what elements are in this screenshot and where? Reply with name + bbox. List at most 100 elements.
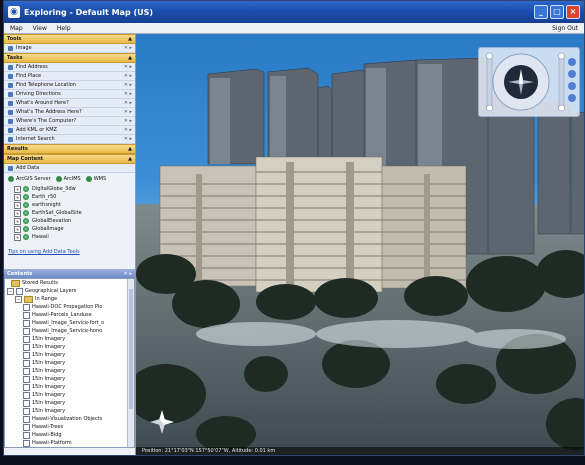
map-content-header[interactable]: Map Content ▲ [4,154,135,164]
stored-results-node[interactable]: Stored Results [5,279,134,287]
expand-icon[interactable]: + [14,217,21,225]
pin-icon[interactable]: ✕ ▸ [124,109,132,115]
close-button[interactable]: × [566,5,580,19]
layer-item[interactable]: + GlobalElevation [14,217,135,225]
contents-layer-item[interactable]: 15in Imagery [5,391,134,399]
collapse-icon[interactable]: ▲ [128,55,132,61]
contents-layer-item[interactable]: Hawaii-DOC Propagation Plo [5,303,134,311]
3d-map-view[interactable]: Position: 21°17'03"N 157°50'07"W, Altitu… [136,34,584,455]
expand-icon[interactable]: + [14,209,21,217]
pin-icon[interactable]: ✕ ▸ [124,82,132,88]
task-item[interactable]: Find Address ✕ ▸ [4,63,135,72]
checkbox[interactable] [23,399,30,407]
pin-icon[interactable]: ✕ ▸ [124,73,132,79]
layer-item[interactable]: + EarthSat_GlobalSite [14,209,135,217]
minimize-button[interactable]: _ [534,5,548,19]
task-item[interactable]: Find Telephone Location ✕ ▸ [4,81,135,90]
checkbox[interactable] [23,327,30,335]
expand-icon[interactable]: + [14,201,21,209]
menu-help[interactable]: Help [57,25,71,32]
maximize-button[interactable]: □ [550,5,564,19]
contents-layer-item[interactable]: Hawaii-Parcels_Landuse [5,311,134,319]
panel-controls-icon[interactable]: ✕ ▸ [124,271,132,277]
compass-ring[interactable] [492,53,550,111]
checkbox[interactable] [16,287,23,295]
contents-layer-item[interactable]: 15in Imagery [5,399,134,407]
pin-icon[interactable]: ✕ ▸ [124,64,132,70]
checkbox[interactable] [23,303,30,311]
expand-icon[interactable]: − [15,295,22,303]
collapse-icon[interactable]: ▲ [128,146,132,152]
geographical-layers-node[interactable]: − Geographical Layers [5,287,134,295]
checkbox[interactable] [23,383,30,391]
contents-layer-item[interactable]: Hawaii-Bldg [5,431,134,439]
checkbox[interactable] [23,351,30,359]
task-item[interactable]: Find Place ✕ ▸ [4,72,135,81]
sign-out-link[interactable]: Sign Out [552,25,578,32]
navigation-control[interactable] [478,47,580,117]
expand-icon[interactable]: + [14,233,21,241]
checkbox[interactable] [23,311,30,319]
contents-layer-item[interactable]: Hawaii-Platform [5,439,134,447]
task-item[interactable]: What's The Address Here? ✕ ▸ [4,108,135,117]
expand-icon[interactable]: + [14,193,21,201]
contents-layer-item[interactable]: 15in Imagery [5,343,134,351]
menu-view[interactable]: View [33,25,47,32]
checkbox[interactable] [23,359,30,367]
pin-icon[interactable]: ✕ ▸ [124,100,132,106]
task-item[interactable]: Where's The Computer? ✕ ▸ [4,117,135,126]
contents-layer-item[interactable]: Hawaii-Trees [5,423,134,431]
checkbox[interactable] [23,375,30,383]
tasks-header[interactable]: Tasks ▲ [4,53,135,63]
pin-icon[interactable]: ✕ ▸ [124,91,132,97]
expand-icon[interactable]: + [14,225,21,233]
checkbox[interactable] [23,407,30,415]
wms-button[interactable]: WMS [85,176,106,182]
task-item[interactable]: What's Around Here? ✕ ▸ [4,99,135,108]
contents-layer-item[interactable]: 15in Imagery [5,383,134,391]
expand-icon[interactable]: − [7,287,14,295]
contents-scrollbar[interactable] [127,279,134,447]
tools-header[interactable]: Tools ▲ [4,34,135,44]
contents-layer-item[interactable]: 15in Imagery [5,407,134,415]
scrollbar-thumb[interactable] [129,289,133,409]
expand-icon[interactable]: + [14,185,21,193]
contents-layer-item[interactable]: Hawaii-Visualization Objects [5,415,134,423]
contents-layer-item[interactable]: 15in Imagery [5,367,134,375]
collapse-icon[interactable]: ▲ [128,156,132,162]
collapse-icon[interactable]: ▲ [128,36,132,42]
contents-layer-item[interactable]: Hawaii_Image_Service-hono [5,327,134,335]
checkbox[interactable] [23,391,30,399]
checkbox[interactable] [23,319,30,327]
task-item[interactable]: Driving Directions ✕ ▸ [4,90,135,99]
layer-item[interactable]: + Hawaii [14,233,135,241]
pin-icon[interactable]: ✕ ▸ [124,118,132,124]
add-data-row[interactable]: Add Data [4,164,135,173]
add-data-tips-link[interactable]: Tips on using Add Data Tools [4,249,135,255]
contents-layer-item[interactable]: Hawaii_Image_Service-fort_o [5,319,134,327]
checkbox[interactable] [23,343,30,351]
contents-layer-item[interactable]: 15in Imagery [5,335,134,343]
checkbox[interactable] [23,335,30,343]
checkbox[interactable] [23,439,30,447]
tilt-slider[interactable] [558,52,565,112]
task-item[interactable]: Internet Search ✕ ▸ [4,135,135,144]
contents-layer-item[interactable]: 15in Imagery [5,359,134,367]
checkbox[interactable] [23,431,30,439]
zoom-slider[interactable] [486,52,493,112]
pin-icon[interactable]: ✕ ▸ [124,45,132,51]
pin-icon[interactable]: ✕ ▸ [124,136,132,142]
nav-mode-icons[interactable] [568,58,576,102]
menu-map[interactable]: Map [10,25,23,32]
contents-layer-item[interactable]: 15in Imagery [5,351,134,359]
results-header[interactable]: Results ▲ [4,144,135,154]
pin-icon[interactable]: ✕ ▸ [124,127,132,133]
in-range-node[interactable]: − In Range [5,295,134,303]
contents-layer-item[interactable]: 15in Imagery [5,375,134,383]
layer-item[interactable]: + earthsnight [14,201,135,209]
arcgis-server-button[interactable]: ArcGIS Server [8,176,51,182]
tool-item-image[interactable]: Image ✕ ▸ [4,44,135,53]
layer-item[interactable]: + Earth_r50 [14,193,135,201]
layer-item[interactable]: + DigitalGlobe_3dw [14,185,135,193]
checkbox[interactable] [23,367,30,375]
